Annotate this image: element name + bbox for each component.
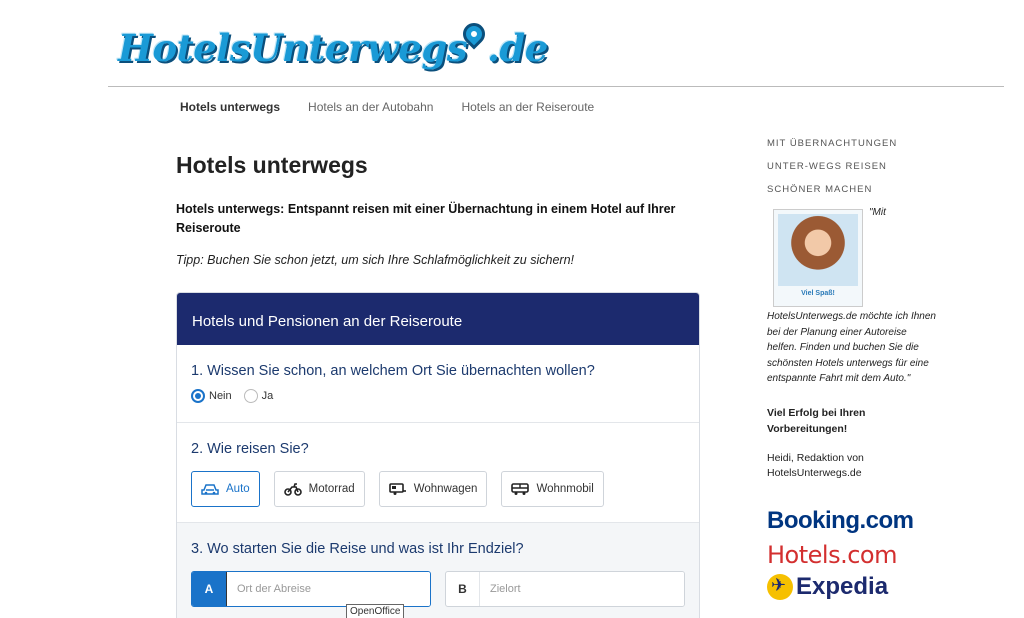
motorcycle-icon [283, 483, 302, 496]
caravan-icon [388, 483, 406, 495]
question-2: 2. Wie reisen Sie? Auto Motorrad Wohnwag… [177, 423, 699, 523]
mode-auto-label: Auto [226, 483, 250, 495]
tooltip: OpenOffice [346, 604, 405, 618]
question-2-label: 2. Wie reisen Sie? [191, 441, 309, 457]
card-title: Hotels und Pensionen an der Reiseroute [177, 293, 699, 345]
camper-van-icon [511, 483, 530, 495]
mode-wohnwagen-button[interactable]: Wohnwagen [378, 471, 488, 507]
question-1-label: 1. Wissen Sie schon, an welchem Ort Sie … [191, 363, 595, 379]
plane-icon [767, 573, 793, 600]
photo-caption: Viel Spaß! [801, 290, 835, 297]
booking-logo[interactable]: Booking.com [767, 507, 937, 535]
mode-motorrad-label: Motorrad [308, 483, 355, 495]
radio-ja-label: Ja [261, 390, 274, 402]
question-1: 1. Wissen Sie schon, an welchem Ort Sie … [177, 345, 699, 423]
sidebar-wish: Viel Erfolg bei Ihren Vorbereitungen! [767, 406, 866, 435]
hotels-com-logo[interactable]: Hotels.com [767, 541, 937, 569]
location-known-radios: Nein Ja [191, 389, 685, 403]
destination-input[interactable] [480, 572, 684, 606]
expedia-logo-text: Expedia [796, 572, 889, 600]
mode-wohnmobil-label: Wohnmobil [536, 483, 594, 495]
author-image [778, 214, 858, 286]
mode-wohnmobil-button[interactable]: Wohnmobil [501, 471, 604, 507]
radio-unselected-icon [243, 389, 258, 403]
radio-selected-icon [191, 389, 205, 403]
nav-item-hotels-unterwegs[interactable]: Hotels unterwegs [180, 100, 280, 114]
logo-text: HotelsUnterwegs [118, 26, 468, 70]
main-nav: Hotels unterwegs Hotels an der Autobahn … [180, 100, 594, 114]
header-divider [108, 86, 1004, 87]
question-3-label: 3. Wo starten Sie die Reise und was ist … [191, 541, 524, 557]
nav-item-hotels-reiseroute[interactable]: Hotels an der Reiseroute [461, 100, 594, 114]
search-form-card: Hotels und Pensionen an der Reiseroute 1… [176, 292, 700, 618]
page-title: Hotels unterwegs [176, 152, 368, 178]
mode-motorrad-button[interactable]: Motorrad [273, 471, 365, 507]
radio-ja[interactable]: Ja [243, 389, 274, 403]
author-quote: Viel Spaß! "Mit HotelsUnterwegs.de möcht… [767, 205, 937, 387]
start-marker: A [192, 572, 226, 606]
question-3: 3. Wo starten Sie die Reise und was ist … [177, 523, 699, 618]
radio-nein-label: Nein [209, 390, 232, 402]
radio-nein[interactable]: Nein [191, 389, 232, 403]
logo-domain: .de [487, 26, 548, 70]
sidebar-title: MIT ÜBERNACHTUNGEN UNTER-WEGS REISEN SCH… [767, 138, 898, 195]
tip-text: Tipp: Buchen Sie schon jetzt, um sich Ih… [176, 253, 574, 267]
site-logo[interactable]: HotelsUnterwegs .de [118, 18, 548, 76]
expedia-logo[interactable]: Expedia [767, 573, 937, 601]
car-icon [201, 484, 219, 495]
booking-logo-text: Booking.com [767, 506, 914, 534]
travel-mode-options: Auto Motorrad Wohnwagen Wohnmobil [191, 471, 685, 507]
mode-auto-button[interactable]: Auto [191, 471, 260, 507]
route-inputs: A B [191, 571, 685, 607]
destination-marker: B [446, 572, 480, 606]
intro-text: Hotels unterwegs: Entspannt reisen mit e… [176, 202, 676, 235]
start-field: A [191, 571, 431, 607]
author-photo: Viel Spaß! [773, 209, 863, 307]
destination-field: B [445, 571, 685, 607]
sidebar-signature: Heidi, Redaktion von HotelsUnterwegs.de [767, 451, 864, 479]
mode-wohnwagen-label: Wohnwagen [413, 483, 478, 495]
sidebar: MIT ÜBERNACHTUNGEN UNTER-WEGS REISEN SCH… [767, 132, 937, 601]
nav-item-hotels-autobahn[interactable]: Hotels an der Autobahn [308, 100, 433, 114]
hotels-com-logo-text: Hotels.com [767, 540, 897, 569]
start-input[interactable] [226, 572, 430, 606]
